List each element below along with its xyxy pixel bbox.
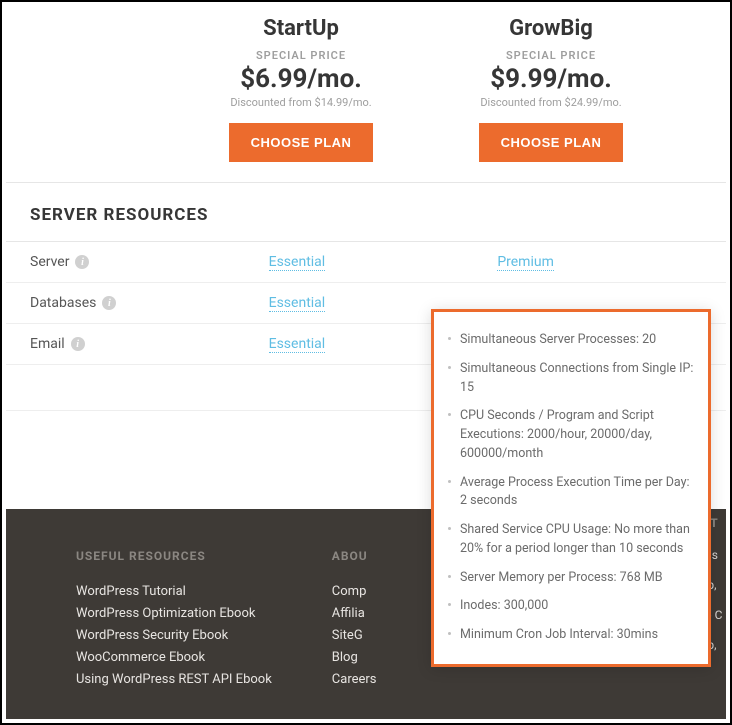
- footer-link[interactable]: Careers: [332, 669, 392, 691]
- tooltip-item: Simultaneous Connections from Single IP:…: [440, 355, 698, 403]
- pricing-plans-row: StartUp SPECIAL PRICE $6.99/mo. Discount…: [6, 6, 726, 183]
- tooltip-item: CPU Seconds / Program and Script Executi…: [440, 402, 698, 468]
- plan-discount: Discounted from $24.99/mo.: [426, 96, 676, 109]
- footer-link[interactable]: WordPress Tutorial: [76, 581, 272, 603]
- choose-plan-button[interactable]: CHOOSE PLAN: [229, 123, 374, 162]
- plan-price: $6.99/mo.: [176, 64, 426, 94]
- tooltip-item: Inodes: 300,000: [440, 592, 698, 621]
- footer-link[interactable]: Blog: [332, 647, 392, 669]
- plan-startup: StartUp SPECIAL PRICE $6.99/mo. Discount…: [176, 16, 426, 162]
- tooltip-item: Average Process Execution Time per Day: …: [440, 469, 698, 517]
- tooltip-item: Simultaneous Server Processes: 20: [440, 326, 698, 355]
- footer-heading: ABOU: [332, 549, 392, 563]
- premium-tooltip: Simultaneous Server Processes: 20Simulta…: [431, 309, 711, 667]
- resource-value-link[interactable]: Essential: [269, 295, 326, 312]
- footer-link[interactable]: WordPress Security Ebook: [76, 625, 272, 647]
- tooltip-item: Shared Service CPU Usage: No more than 2…: [440, 516, 698, 564]
- plan-price: $9.99/mo.: [426, 64, 676, 94]
- plan-discount: Discounted from $14.99/mo.: [176, 96, 426, 109]
- footer-link[interactable]: Affilia: [332, 603, 392, 625]
- info-icon[interactable]: i: [71, 337, 85, 351]
- plan-name: GrowBig: [426, 16, 676, 41]
- resource-label: Server: [30, 254, 69, 270]
- server-resources-heading: SERVER RESOURCES: [6, 183, 726, 242]
- choose-plan-button[interactable]: CHOOSE PLAN: [479, 123, 624, 162]
- footer-link[interactable]: WordPress Optimization Ebook: [76, 603, 272, 625]
- plan-growbig: GrowBig SPECIAL PRICE $9.99/mo. Discount…: [426, 16, 676, 162]
- special-price-label: SPECIAL PRICE: [176, 49, 426, 62]
- info-icon[interactable]: i: [75, 255, 89, 269]
- info-icon[interactable]: i: [102, 296, 116, 310]
- footer-link[interactable]: Comp: [332, 581, 392, 603]
- resource-row-server: Server i Essential Premium: [6, 242, 726, 283]
- footer-col-useful-resources: USEFUL RESOURCES WordPress Tutorial Word…: [76, 549, 272, 719]
- tooltip-item: Minimum Cron Job Interval: 30mins: [440, 621, 698, 650]
- footer-link[interactable]: WooCommerce Ebook: [76, 647, 272, 669]
- footer-heading: USEFUL RESOURCES: [76, 549, 272, 563]
- resource-label: Databases: [30, 295, 96, 311]
- footer-link[interactable]: Using WordPress REST API Ebook: [76, 669, 272, 691]
- plan-name: StartUp: [176, 16, 426, 41]
- resource-label: Email: [30, 336, 65, 352]
- resource-value-link[interactable]: Premium: [497, 254, 554, 271]
- footer-col-about: ABOU Comp Affilia SiteG Blog Careers: [332, 549, 392, 719]
- tooltip-item: Server Memory per Process: 768 MB: [440, 564, 698, 593]
- special-price-label: SPECIAL PRICE: [426, 49, 676, 62]
- resource-value-link[interactable]: Essential: [269, 336, 326, 353]
- footer-link[interactable]: SiteG: [332, 625, 392, 647]
- resource-value-link[interactable]: Essential: [269, 254, 326, 271]
